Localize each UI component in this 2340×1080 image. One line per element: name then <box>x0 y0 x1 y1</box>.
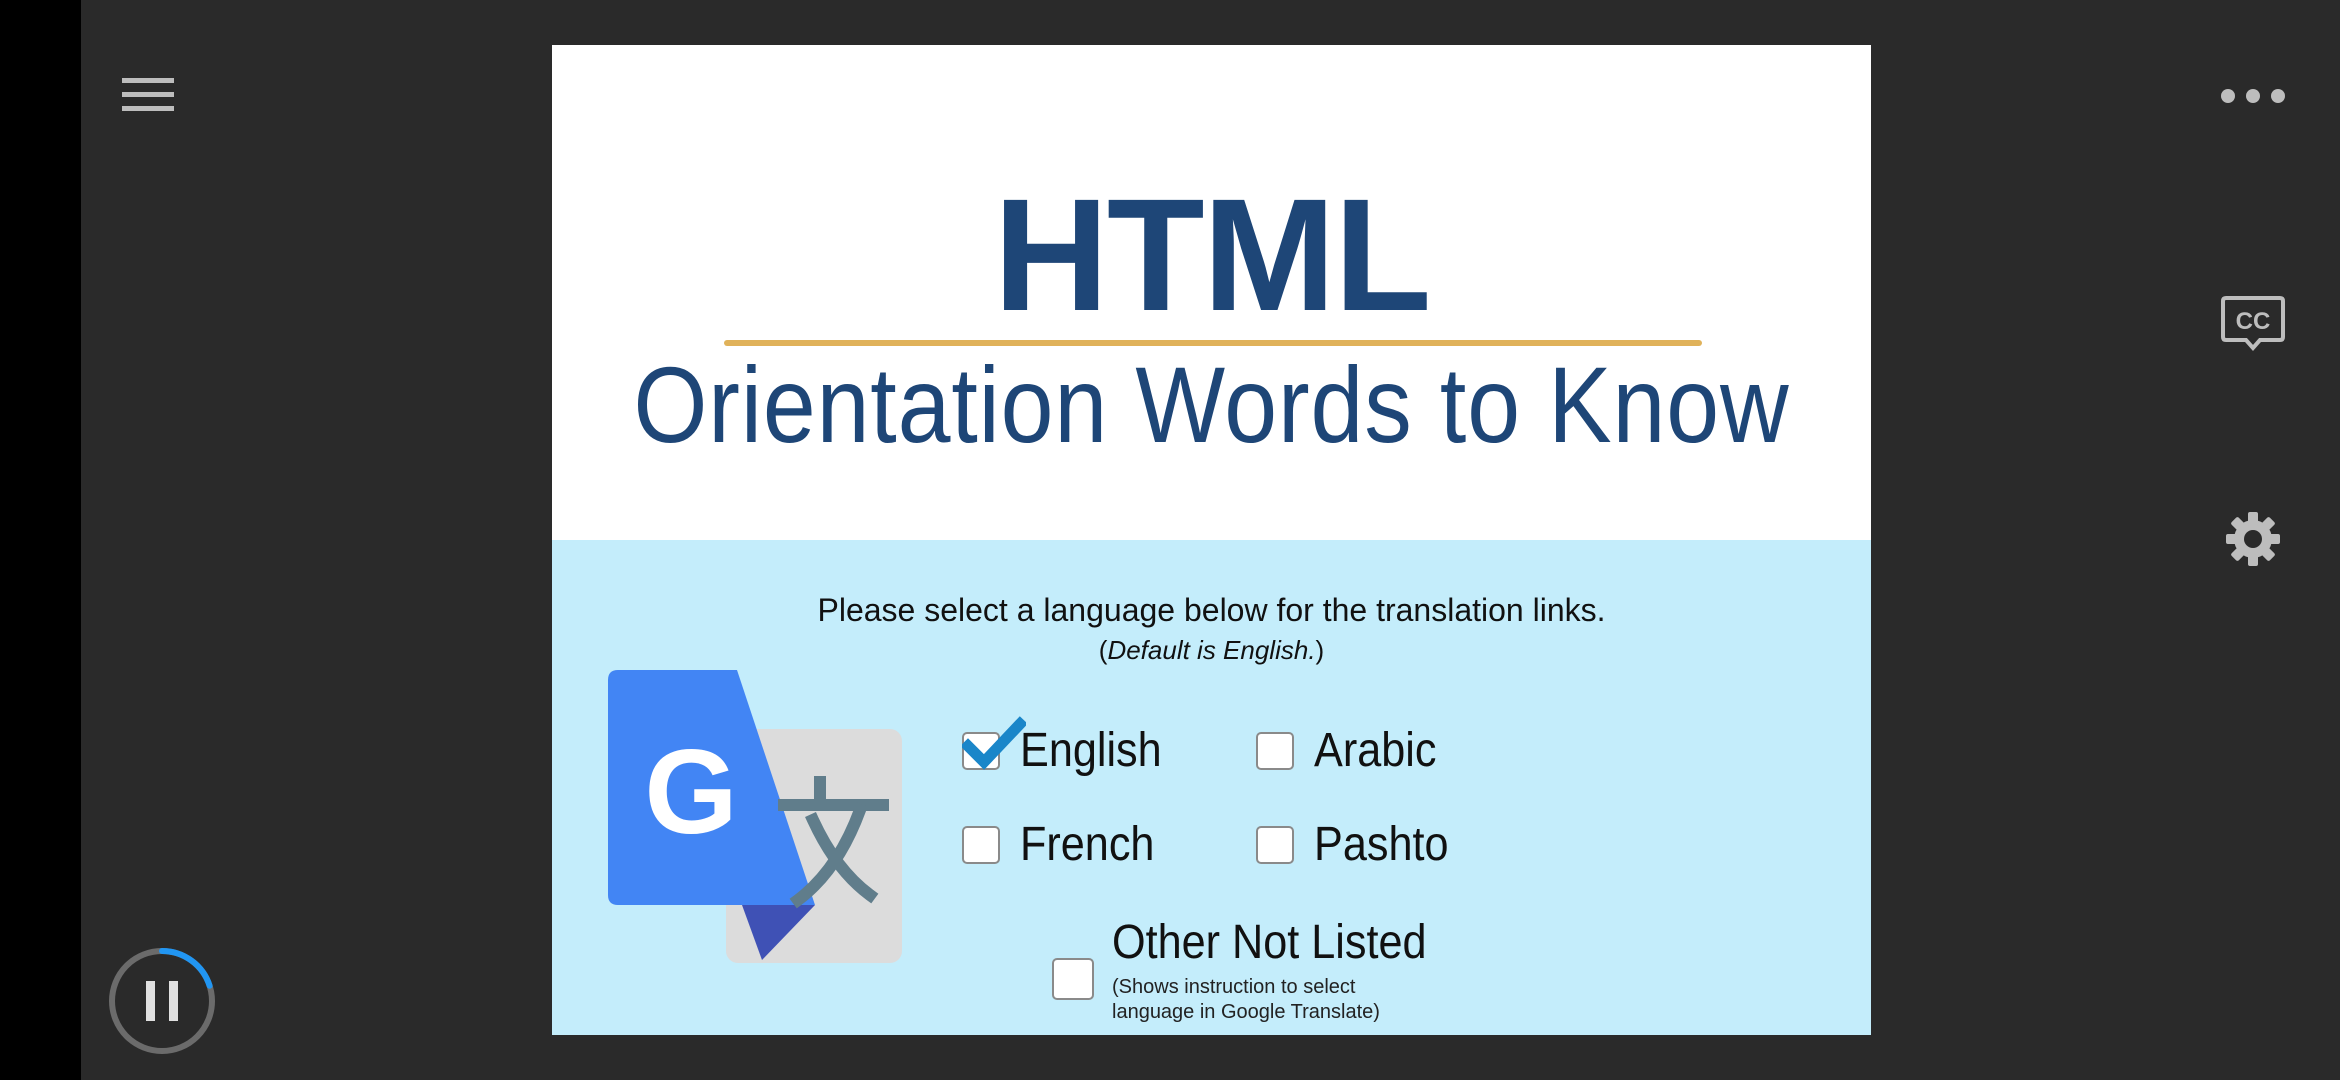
language-instruction: Please select a language below for the t… <box>817 592 1606 628</box>
closed-captions-icon[interactable]: CC <box>2220 295 2286 353</box>
hamburger-menu-icon[interactable] <box>122 78 174 112</box>
svg-text:G: G <box>644 725 737 859</box>
other-checkbox[interactable] <box>1052 958 1094 1000</box>
arabic-checkbox[interactable] <box>1256 732 1294 770</box>
pause-icon <box>146 981 178 1021</box>
french-checkbox[interactable] <box>962 826 1000 864</box>
slide-subtitle: Orientation Words to Know <box>633 344 1790 465</box>
default-note-close: ) <box>1315 635 1325 665</box>
language-option-english[interactable]: English <box>962 716 1177 779</box>
language-option-other[interactable]: Other Not Listed (Shows instruction to s… <box>1052 915 1462 1025</box>
captions-label: CC <box>2236 308 2271 335</box>
left-edge-strip <box>0 0 81 1080</box>
arabic-label: Arabic <box>1314 724 1437 777</box>
language-option-arabic[interactable]: Arabic <box>1256 723 1450 779</box>
google-translate-logo: G <box>608 670 902 963</box>
default-language-note: (Default is English.) <box>552 634 1871 666</box>
pashto-checkbox[interactable] <box>1256 826 1294 864</box>
slide-title: HTML <box>993 165 1431 344</box>
other-option-note: (Shows instruction to select language in… <box>1112 976 1380 1023</box>
language-option-french[interactable]: French <box>962 817 1169 873</box>
checkmark-icon <box>962 716 1026 770</box>
slide: HTML Orientation Words to Know Please se… <box>552 45 1871 1035</box>
english-checkbox[interactable] <box>962 716 1026 770</box>
gear-icon[interactable] <box>2224 510 2282 568</box>
french-label: French <box>1020 818 1155 871</box>
pause-button[interactable] <box>106 945 218 1057</box>
more-options-icon[interactable] <box>2220 84 2286 108</box>
language-selection-panel: Please select a language below for the t… <box>552 540 1871 1035</box>
english-label: English <box>1020 724 1162 777</box>
language-option-pashto[interactable]: Pashto <box>1256 817 1463 873</box>
other-option-text: Other Not Listed (Shows instruction to s… <box>1112 915 1462 1025</box>
default-note-text: Default is English. <box>1107 635 1316 665</box>
pashto-label: Pashto <box>1314 818 1449 871</box>
other-label: Other Not Listed <box>1112 916 1427 969</box>
